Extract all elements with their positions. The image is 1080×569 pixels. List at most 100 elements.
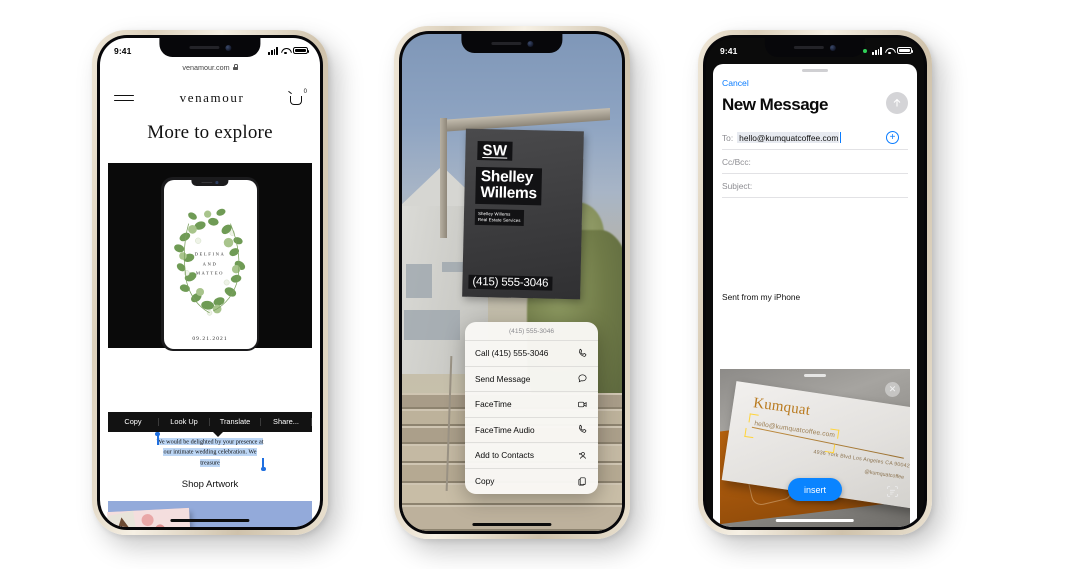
shop-artwork-link[interactable]: Shop Artwork (100, 479, 320, 490)
menu-item-send-message[interactable]: Send Message (465, 367, 598, 392)
phone2-screen: SW Shelley Willems Shelley Willems Real … (402, 34, 622, 531)
screenshot-stage: 9:41 venamour.com venamour 0 More to exp… (0, 0, 1080, 569)
lock-icon (232, 64, 239, 70)
phone-icon (576, 424, 588, 436)
selection-handle-end[interactable] (261, 458, 265, 472)
cart-button[interactable]: 0 (290, 89, 307, 106)
text-caret (839, 132, 841, 143)
context-menu-title: (415) 555-3046 (465, 322, 598, 341)
home-indicator[interactable] (775, 518, 855, 522)
video-camera-icon (576, 398, 588, 410)
hamburger-menu-icon[interactable] (114, 94, 134, 102)
scan-bracket-icon (824, 443, 836, 454)
invitation-date: 09.21.2021 (192, 335, 228, 342)
sign-sub-line-1: Shelley Willems (477, 210, 511, 217)
menu-item-label: Copy (475, 476, 495, 487)
sign-subtitle: Shelley Willems Real Estate Services (474, 208, 524, 226)
phone2-bezel: SW Shelley Willems Shelley Willems Real … (399, 31, 625, 534)
product-hero-card: DELFINA AND MATTEO 09.21.2021 (108, 163, 312, 351)
selected-text-block[interactable]: We would be delighted by your presence a… (156, 437, 264, 469)
status-bar: 9:41 (100, 38, 320, 59)
menu-item-facetime-audio[interactable]: FaceTime Audio (465, 418, 598, 443)
to-field-label: To: (722, 132, 734, 143)
sign-name-line-2: Willems (480, 183, 538, 203)
device-mockup: DELFINA AND MATTEO 09.21.2021 (161, 177, 259, 351)
action-copy[interactable]: Copy (108, 418, 159, 426)
scan-panel-grabber[interactable] (804, 374, 826, 377)
text-selection-action-bar[interactable]: Copy Look Up Translate Share... (108, 412, 312, 437)
status-bar: 9:41 (706, 38, 924, 59)
site-logo[interactable]: venamour (180, 90, 245, 106)
cc-bcc-field[interactable]: Cc/Bcc: (722, 150, 908, 174)
battery-icon (293, 46, 310, 55)
subject-field[interactable]: Subject: (722, 174, 908, 198)
status-indicators (268, 46, 310, 55)
invite-line-1: DELFINA (194, 251, 226, 257)
invitation-names: DELFINA AND MATTEO (164, 250, 257, 279)
menu-item-label: FaceTime (475, 399, 512, 410)
insert-button[interactable]: insert (787, 478, 843, 501)
home-indicator[interactable] (472, 522, 552, 526)
phone-camera-live-text: SW Shelley Willems Shelley Willems Real … (394, 26, 630, 539)
menu-item-label: Add to Contacts (475, 450, 535, 461)
scan-bracket-icon (829, 428, 840, 439)
menu-item-call[interactable]: Call (415) 555-3046 (465, 341, 598, 367)
menu-item-copy[interactable]: Copy (465, 469, 598, 495)
house-window (406, 264, 432, 298)
live-text-context-menu[interactable]: (415) 555-3046 Call (415) 555-3046 Send … (465, 322, 598, 494)
cellular-signal-icon (872, 47, 882, 55)
message-body[interactable]: Sent from my iPhone (722, 292, 800, 302)
invite-line-3: MATTEO (195, 270, 225, 276)
menu-item-label: Send Message (475, 373, 531, 384)
message-bubble-icon (576, 373, 588, 385)
site-nav-bar: venamour 0 (100, 83, 320, 113)
status-time: 9:41 (720, 45, 738, 56)
house-window (404, 310, 460, 340)
action-translate[interactable]: Translate (210, 418, 261, 426)
add-contact-icon (576, 449, 588, 461)
phone3-bezel: 9:41 Cancel New Message To: hello@kumqua… (703, 35, 927, 530)
status-indicators (863, 46, 914, 55)
cancel-button[interactable]: Cancel (722, 78, 749, 88)
menu-item-facetime[interactable]: FaceTime (465, 392, 598, 418)
to-field-value: hello@kumquatcoffee.com (737, 131, 840, 144)
front-camera-icon (527, 40, 533, 47)
menu-item-add-to-contacts[interactable]: Add to Contacts (465, 443, 598, 469)
menu-item-label: FaceTime Audio (475, 424, 535, 435)
sign-monogram: SW (477, 140, 513, 161)
action-look-up[interactable]: Look Up (159, 418, 210, 426)
selected-text: We would be delighted by your presence a… (156, 437, 264, 467)
card-brand: Kumquat (752, 395, 812, 419)
real-estate-sign: SW Shelley Willems Shelley Willems Real … (462, 128, 584, 300)
card-social-handle: @kumquatcoffee (863, 469, 905, 481)
page-title: More to explore (147, 122, 273, 143)
wifi-icon (281, 47, 290, 55)
close-icon[interactable]: ✕ (885, 382, 900, 397)
add-recipient-button[interactable]: + (886, 131, 899, 144)
action-share[interactable]: Share... (261, 418, 312, 426)
selection-handle-start[interactable] (155, 431, 160, 445)
invite-line-2: AND (202, 261, 218, 267)
compose-sheet: Cancel New Message To: hello@kumquatcoff… (713, 64, 917, 527)
send-button[interactable] (886, 92, 908, 114)
copy-icon (576, 475, 588, 487)
device-mockup-screen: DELFINA AND MATTEO 09.21.2021 (163, 179, 257, 349)
phone-safari-venamour: 9:41 venamour.com venamour 0 More to exp… (92, 30, 328, 535)
text-scan-icon[interactable] (885, 484, 900, 499)
scan-bracket-icon (744, 427, 755, 439)
cart-count-badge: 0 (303, 89, 307, 95)
wifi-icon (885, 47, 894, 55)
phone-icon (576, 347, 588, 359)
arrow-up-icon (893, 98, 901, 107)
cc-bcc-field-label: Cc/Bcc: (722, 156, 751, 167)
text-scan-panel: ✕ Kumquat hello@kumquatcoffee.com 4936 Y… (720, 369, 910, 527)
home-indicator[interactable] (170, 518, 250, 522)
to-field[interactable]: To: hello@kumquatcoffee.com + (722, 126, 908, 150)
sign-sub-line-2: Real Estate Services (477, 216, 521, 223)
scan-bracket-icon (748, 413, 759, 424)
sheet-grabber[interactable] (802, 69, 828, 73)
sign-post (440, 118, 447, 238)
sign-phone-number[interactable]: (415) 555-3046 (468, 274, 553, 291)
phone3-screen: 9:41 Cancel New Message To: hello@kumqua… (706, 38, 924, 527)
safari-url-bar[interactable]: venamour.com (100, 59, 320, 75)
